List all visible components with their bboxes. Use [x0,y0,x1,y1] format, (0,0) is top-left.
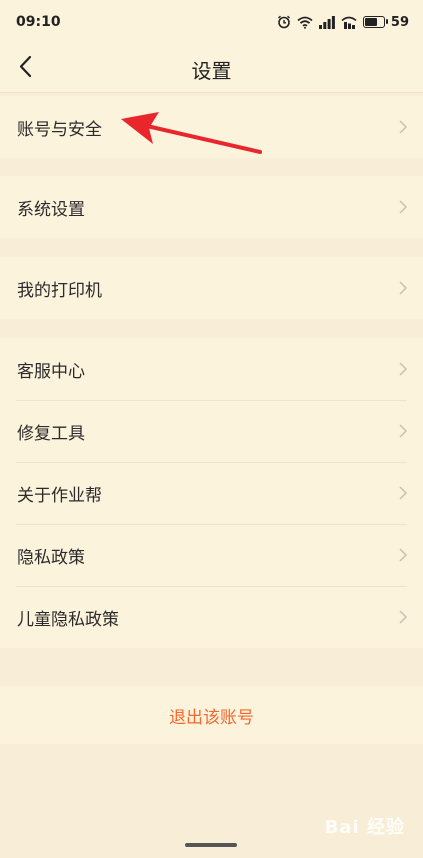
chevron-right-icon [399,548,407,562]
status-time: 09:10 [16,14,61,30]
menu-item-label: 关于作业帮 [17,485,102,506]
menu-item-my-printer[interactable]: 我的打印机 [0,257,423,319]
menu-item-label: 修复工具 [17,423,85,444]
watermark-text: Bai 经验 [324,817,405,838]
menu-item-label: 儿童隐私政策 [17,609,119,630]
wifi-icon [297,16,313,29]
annotation-arrow-icon [121,112,262,154]
menu-item-label: 隐私政策 [17,547,85,568]
battery-level [364,18,377,26]
alarm-icon [277,15,290,29]
settings-group-system: 系统设置 [0,176,423,238]
chevron-right-icon [399,120,407,134]
battery-icon [362,16,388,28]
signal-icon [318,15,335,29]
menu-item-system-settings[interactable]: 系统设置 [0,176,423,238]
menu-item-about[interactable]: 关于作业帮 [0,462,423,524]
menu-item-privacy-policy[interactable]: 隐私政策 [0,524,423,586]
chevron-right-icon [399,610,407,624]
status-bar: 09:10 59 [0,0,423,44]
logout-button[interactable]: 退出该账号 [0,686,423,744]
nav-bar: 设置 [0,44,423,93]
chevron-right-icon [399,200,407,214]
chevron-right-icon [399,424,407,438]
watermark-logo: Bai 经验 [325,806,405,846]
menu-item-child-privacy-policy[interactable]: 儿童隐私政策 [0,586,423,648]
chevron-right-icon [399,362,407,376]
chevron-right-icon [399,281,407,295]
menu-item-label: 账号与安全 [17,119,102,140]
menu-item-label: 我的打印机 [17,280,102,301]
menu-item-label: 系统设置 [17,199,85,220]
home-indicator[interactable] [185,843,237,847]
signal-icon-2 [341,16,357,29]
logout-label: 退出该账号 [169,707,254,728]
chevron-right-icon [399,486,407,500]
menu-item-repair-tool[interactable]: 修复工具 [0,400,423,462]
battery-percent: 59 [390,14,409,30]
page-title: 设置 [191,59,232,83]
status-icons: 59 [277,12,409,32]
menu-item-label: 客服中心 [17,361,85,382]
menu-item-customer-service[interactable]: 客服中心 [0,338,423,400]
settings-group-printer: 我的打印机 [0,257,423,319]
settings-group-support: 客服中心 修复工具 关于作业帮 隐私政策 儿童隐私政策 [0,338,423,648]
